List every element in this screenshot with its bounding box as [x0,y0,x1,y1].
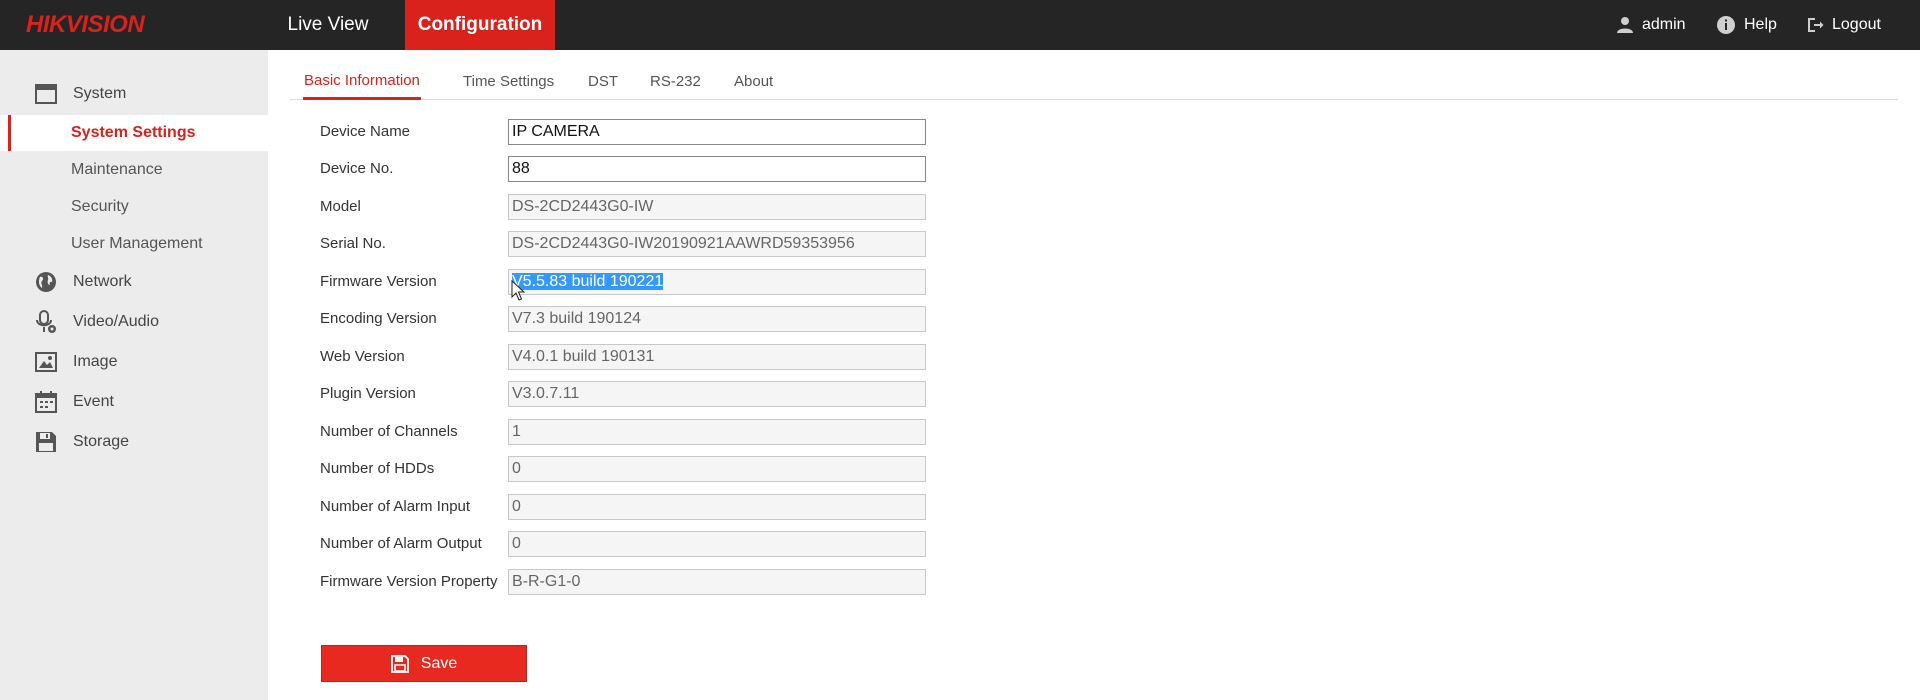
form-row-serial-no: Serial No. DS-2CD2443G0-IW20190921AAWRD5… [320,231,940,257]
sidebar-item-label: Storage [73,433,130,450]
field-label: Firmware Version Property [320,573,498,590]
logout-label: Logout [1832,16,1881,33]
save-label: Save [420,654,458,672]
field-label: Web Version [320,348,405,365]
floppy-icon [34,430,58,454]
window-icon [34,82,58,106]
info-icon [1717,16,1735,34]
sidebar-item-video-audio[interactable]: Video/Audio [0,304,268,340]
sidebar-item-label: Maintenance [71,161,163,178]
sidebar-item-label: Video/Audio [73,313,159,330]
mouse-cursor-icon [511,280,525,301]
form-row-plugin-version: Plugin Version V3.0.7.11 [320,381,940,407]
tab-rs-232[interactable]: RS-232 [650,60,701,100]
image-icon [34,350,58,374]
floppy-icon [390,654,409,673]
form-row-device-name: Device Name IP CAMERA [320,119,940,145]
sidebar-item-maintenance[interactable]: Maintenance [0,152,268,188]
sidebar-item-label: User Management [71,235,203,252]
field-label: Model [320,198,361,215]
firmware-version-field[interactable]: V5.5.83 build 190221 [508,269,926,295]
form-row-device-no: Device No. 88 [320,156,940,182]
plugin-version-field: V3.0.7.11 [508,381,926,407]
device-name-input[interactable]: IP CAMERA [508,119,926,145]
globe-icon [34,270,58,294]
calendar-icon [34,390,58,414]
form-row-number-of-hdds: Number of HDDs 0 [320,456,940,482]
form-row-model: Model DS-2CD2443G0-IW [320,194,940,220]
number-of-hdds-field: 0 [508,456,926,482]
field-label: Serial No. [320,235,386,252]
sidebar-item-system[interactable]: System [0,76,268,112]
sidebar-item-security[interactable]: Security [0,189,268,225]
form-row-encoding-version: Encoding Version V7.3 build 190124 [320,306,940,332]
sidebar-item-storage[interactable]: Storage [0,424,268,460]
tab-basic-information[interactable]: Basic Information [303,60,421,100]
selected-text: V5.5.83 build 190221 [512,273,664,290]
sidebar: System System Settings Maintenance Secur… [0,50,268,700]
field-label: Plugin Version [320,385,416,402]
sidebar-item-label: Image [73,353,118,370]
field-label: Encoding Version [320,310,437,327]
hikvision-logo: HIKVISION [26,11,145,38]
tab-dst[interactable]: DST [588,60,618,100]
microphone-gear-icon [34,310,58,334]
sidebar-item-label: System [73,85,127,102]
tab-time-settings[interactable]: Time Settings [463,60,554,100]
help-label: Help [1744,16,1777,33]
tab-about[interactable]: About [734,60,773,100]
form-row-number-of-channels: Number of Channels 1 [320,419,940,445]
sidebar-item-network[interactable]: Network [0,264,268,300]
web-version-field: V4.0.1 build 190131 [508,344,926,370]
field-label: Number of HDDs [320,460,435,477]
sidebar-item-event[interactable]: Event [0,384,268,420]
tab-bar: Basic Information Time Settings DST RS-2… [290,60,1898,100]
nav-live-view[interactable]: Live View [268,0,388,50]
field-label: Number of Alarm Input [320,498,471,515]
form-row-firmware-version: Firmware Version V5.5.83 build 190221 [320,269,940,295]
save-button[interactable]: Save [321,645,527,682]
form-row-web-version: Web Version V4.0.1 build 190131 [320,344,940,370]
form-row-firmware-version-property: Firmware Version Property B-R-G1-0 [320,569,940,595]
sidebar-item-user-management[interactable]: User Management [0,226,268,262]
sidebar-item-label: Security [71,198,129,215]
number-of-alarm-output-field: 0 [508,531,926,557]
user-icon [1617,17,1633,33]
sidebar-item-label: Event [73,393,114,410]
logout-link[interactable]: Logout [1806,0,1881,50]
sidebar-item-image[interactable]: Image [0,344,268,380]
field-label: Device No. [320,160,394,177]
field-label: Firmware Version [320,273,437,290]
sidebar-item-label: System Settings [71,124,196,141]
form-row-number-of-alarm-input: Number of Alarm Input 0 [320,494,940,520]
sidebar-item-label: Network [73,273,132,290]
sidebar-item-system-settings[interactable]: System Settings [0,115,268,151]
device-no-input[interactable]: 88 [508,156,926,182]
model-field: DS-2CD2443G0-IW [508,194,926,220]
serial-no-field: DS-2CD2443G0-IW20190921AAWRD59353956 [508,231,926,257]
nav-configuration[interactable]: Configuration [405,0,555,50]
encoding-version-field: V7.3 build 190124 [508,306,926,332]
field-label: Number of Channels [320,423,458,440]
form-row-number-of-alarm-output: Number of Alarm Output 0 [320,531,940,557]
top-bar: HIKVISION Live View Configuration admin … [0,0,1920,50]
user-label: admin [1642,16,1686,33]
user-menu[interactable]: admin [1616,0,1686,50]
field-label: Device Name [320,123,411,140]
firmware-version-property-field: B-R-G1-0 [508,569,926,595]
number-of-alarm-input-field: 0 [508,494,926,520]
logout-icon [1808,18,1824,32]
number-of-channels-field: 1 [508,419,926,445]
field-label: Number of Alarm Output [320,535,482,552]
help-link[interactable]: Help [1716,0,1777,50]
